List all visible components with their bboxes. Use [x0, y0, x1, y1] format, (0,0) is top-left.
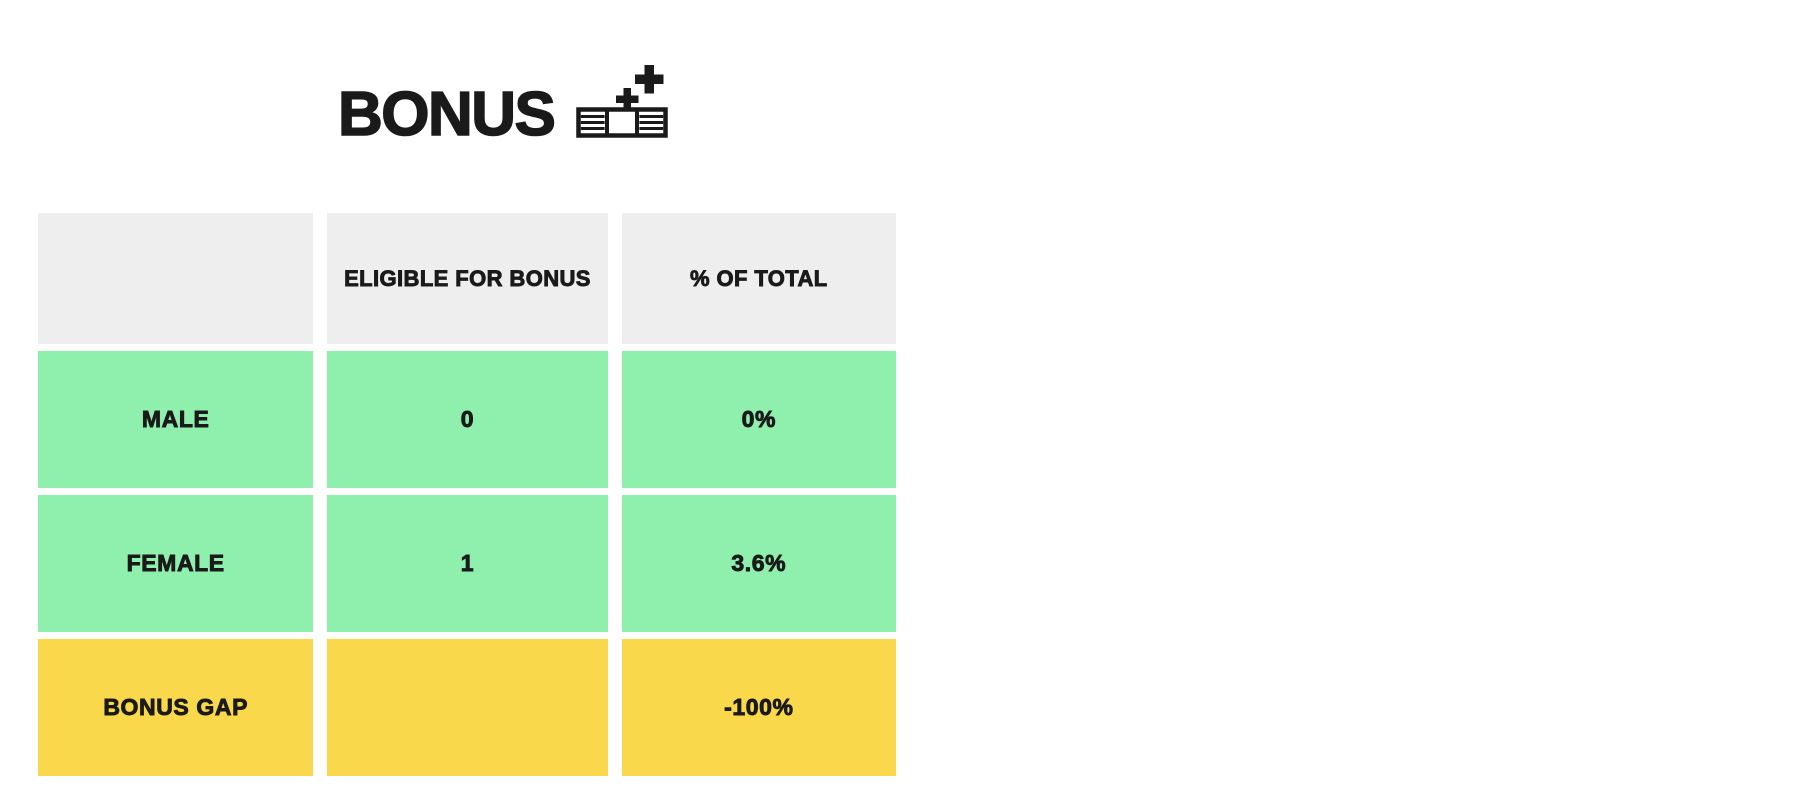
row-label-bonus-gap: BONUS GAP — [38, 639, 314, 776]
cell-bonus-gap-percent-of-total: -100% — [621, 639, 896, 776]
bonus-gender-table: ELIGIBLE FOR BONUS % OF TOTAL MALE 0 0% … — [38, 213, 896, 776]
table-row: MALE 0 0% — [38, 351, 896, 488]
table-row: BONUS GAP -100% — [38, 639, 896, 776]
table-header-eligible-for-bonus: ELIGIBLE FOR BONUS — [327, 213, 608, 344]
row-label-female: FEMALE — [38, 495, 314, 632]
bonus-report-page: BONUS ELIGIBLE FOR BONUS % OF TOTAL MALE… — [0, 0, 1798, 809]
table-header-blank — [38, 213, 314, 344]
cell-female-eligible-for-bonus: 1 — [327, 495, 608, 632]
cell-male-percent-of-total: 0% — [621, 351, 896, 488]
table-header-percent-of-total: % OF TOTAL — [621, 213, 896, 344]
table-row: FEMALE 1 3.6% — [38, 495, 896, 632]
table-header-row: ELIGIBLE FOR BONUS % OF TOTAL — [38, 213, 896, 344]
banknote-sparkle-icon — [576, 61, 669, 144]
page-title-block: BONUS — [337, 65, 669, 149]
row-label-male: MALE — [38, 351, 314, 488]
page-title: BONUS — [337, 80, 557, 149]
cell-female-percent-of-total: 3.6% — [621, 495, 896, 632]
cell-male-eligible-for-bonus: 0 — [327, 351, 608, 488]
cell-bonus-gap-eligible-for-bonus — [327, 639, 608, 776]
